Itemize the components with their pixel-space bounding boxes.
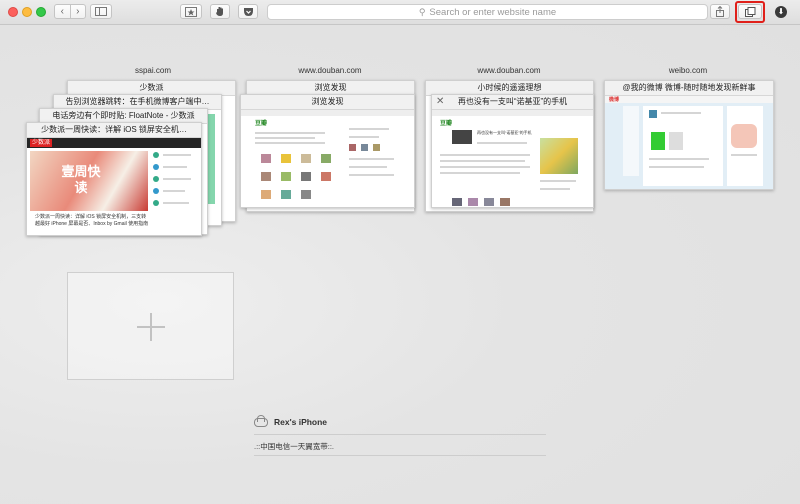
sspai-logo: 少数派 [30, 139, 52, 147]
site-label-douban: www.douban.com [298, 66, 362, 75]
bookmarks-icon [185, 6, 197, 17]
address-bar[interactable]: ⚲ Search or enter website name [267, 4, 708, 20]
site-label-sspai: sspai.com [134, 66, 171, 75]
pocket-icon [243, 7, 253, 16]
device-name: Rex's iPhone [274, 417, 328, 427]
highlight-box [735, 1, 765, 23]
page-thumbnail: 豆瓣 再也没有一支叫“诺基亚”的手机 [432, 110, 593, 207]
article-caption: 少数派一周快读：详解 iOS 锁屏安全机制，三支转越最好 iPhone 屏幕是否… [35, 214, 149, 227]
minimize-window-button[interactable] [22, 7, 32, 17]
browser-toolbar: ‹ › ⚲ Search or enter website name ⬇ [0, 0, 800, 25]
share-hand-icon [216, 7, 223, 16]
forward-button[interactable]: › [69, 5, 86, 18]
tab-card[interactable]: 少数派一周快读：详解 iOS 锁屏安全机… 少数派 壹周快读 少数派一周快读：详… [26, 122, 202, 236]
hero-text: 壹周快读 [61, 164, 101, 195]
pocket-button[interactable] [238, 4, 258, 19]
close-window-button[interactable] [8, 7, 18, 17]
address-placeholder: Search or enter website name [429, 6, 557, 18]
icloud-tab-item[interactable]: .::中国电信一天翼宽带::. [254, 441, 546, 453]
tab-card[interactable]: 再也没有一支叫“诺基亚”的手机 ✕ 豆瓣 再也没有一支叫“诺基亚”的手机 [431, 94, 594, 208]
downloads-icon[interactable]: ⬇ [775, 6, 787, 18]
close-tab-icon[interactable]: ✕ [436, 96, 444, 107]
sidebar-button[interactable] [90, 4, 112, 19]
weibo-logo: 微博 [609, 97, 620, 103]
zoom-window-button[interactable] [36, 7, 46, 17]
sidebar-icon [95, 7, 107, 16]
tab-title: @我的微博 微博-随时随地发现新鲜事 [605, 81, 773, 96]
tab-card[interactable]: 浏览发现 豆瓣 [240, 94, 415, 208]
douban-logo: 豆瓣 [440, 121, 453, 127]
site-label-douban-2: www.douban.com [477, 66, 541, 75]
divider [254, 434, 546, 435]
cloud-icon [254, 414, 268, 427]
douban-logo: 豆瓣 [255, 121, 268, 127]
divider [254, 455, 546, 456]
tab-title: 再也没有一支叫“诺基亚”的手机 [432, 95, 593, 110]
hand-extension-button[interactable] [210, 4, 230, 19]
tab-title: 浏览发现 [241, 95, 414, 110]
page-thumbnail: 豆瓣 [241, 110, 414, 207]
plus-icon [137, 326, 165, 328]
bookmarks-button[interactable] [180, 4, 202, 19]
page-thumbnail: 少数派 壹周快读 少数派一周快读：详解 iOS 锁屏安全机制，三支转越最好 iP… [27, 138, 201, 235]
search-icon: ⚲ [418, 6, 426, 17]
site-label-weibo: weibo.com [668, 66, 708, 75]
tab-title: 少数派一周快读：详解 iOS 锁屏安全机… [27, 123, 201, 138]
article-headline: 再也没有一支叫“诺基亚”的手机 [477, 130, 532, 135]
share-icon [716, 6, 724, 17]
tab-card[interactable]: @我的微博 微博-随时随地发现新鲜事 微博 [604, 80, 774, 190]
icloud-tabs-section: Rex's iPhone .::中国电信一天翼宽带::. [254, 414, 546, 462]
new-tab-button[interactable] [67, 272, 234, 380]
share-button[interactable] [710, 4, 730, 19]
back-button[interactable]: ‹ [55, 5, 70, 18]
navigation-buttons: ‹ › [54, 4, 86, 19]
page-thumbnail: 微博 [605, 96, 773, 189]
